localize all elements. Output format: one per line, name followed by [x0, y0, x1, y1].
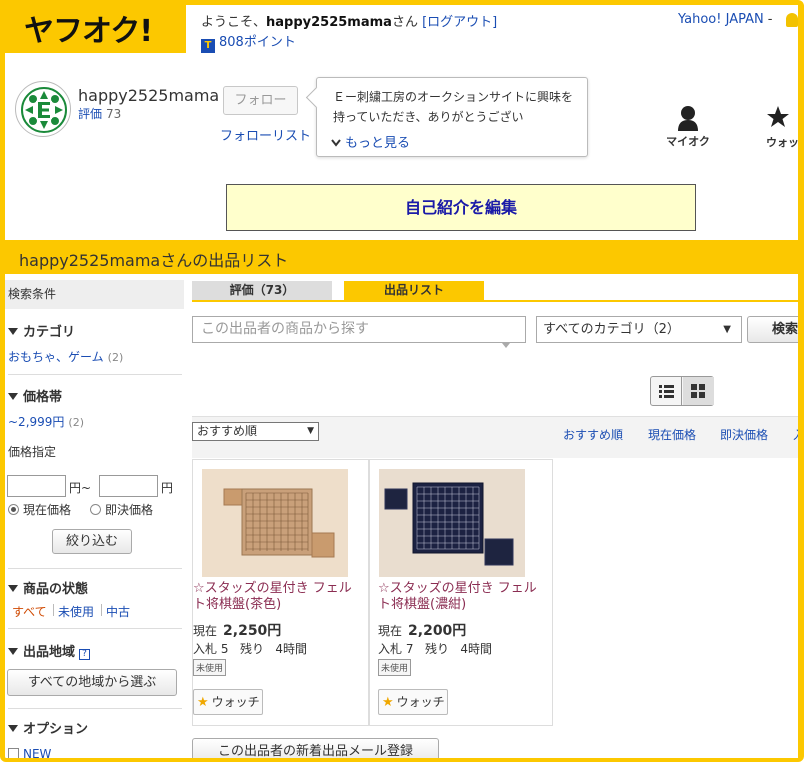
my-auction-button[interactable]: マイオク — [658, 105, 718, 149]
price-range-link[interactable]: ~2,999円 (2) — [8, 413, 84, 430]
option-heading[interactable]: オプション — [8, 718, 88, 737]
watch-button[interactable]: ★ ウォッチ — [193, 689, 263, 715]
divider — [8, 708, 182, 709]
person-icon — [678, 106, 698, 131]
radio-current-price[interactable]: 現在価格 — [8, 501, 71, 518]
star-icon — [767, 106, 789, 127]
item-title-link[interactable]: ☆スタッズの星付き フェルト将棋盤(濃紺) — [378, 581, 548, 613]
follow-button[interactable]: フォロー — [223, 86, 298, 115]
item-title-link[interactable]: ☆スタッズの星付き フェルト将棋盤(茶色) — [193, 581, 363, 613]
star-icon: ★ — [197, 695, 209, 710]
search-conditions-header: 検索条件 — [0, 280, 184, 309]
more-link[interactable]: もっと見る — [331, 132, 410, 151]
item-bids: 入札 7 残り 4時間 — [378, 642, 493, 656]
triangle-down-icon — [8, 648, 18, 655]
search-button[interactable]: 検索 — [747, 316, 804, 343]
tpoint-icon: T — [201, 39, 215, 53]
triangle-down-icon — [8, 328, 18, 335]
profile-rating[interactable]: 評価 73 — [78, 105, 121, 122]
item-card: ☆スタッズの星付き フェルト将棋盤(濃紺) 現在 2,200円 入札 7 残り 4… — [369, 459, 553, 726]
tab-rating[interactable]: 評価（73） — [192, 281, 332, 300]
yafuoku-logo[interactable]: ヤフオク! — [24, 6, 153, 50]
dropdown-arrow-icon: ▼ — [307, 426, 314, 436]
divider — [8, 568, 182, 569]
sidebar: 検索条件 カテゴリ おもちゃ、ゲーム (2) 価格帯 ~2,999円 (2) 価格指… — [0, 280, 184, 762]
price-heading[interactable]: 価格帯 — [8, 386, 62, 405]
unused-badge: 未使用 — [193, 659, 227, 676]
view-toggle[interactable] — [650, 376, 714, 406]
price-min-unit: 円~ — [69, 481, 92, 495]
self-intro-text: Ｅー刺繍工房のオークションサイトに興味を持っていただき、ありがとうござい — [333, 90, 574, 124]
item-thumbnail-navy[interactable] — [379, 469, 525, 577]
region-select-button[interactable]: すべての地域から選ぶ — [7, 669, 177, 696]
price-max-input[interactable] — [99, 475, 158, 497]
welcome-username: happy2525mama — [266, 15, 392, 30]
avatar[interactable] — [15, 81, 71, 137]
narrow-button[interactable]: 絞り込む — [52, 529, 132, 554]
region-heading[interactable]: 出品地域? — [8, 641, 91, 660]
logo-area[interactable]: ヤフオク! — [0, 0, 186, 53]
watch-list-button[interactable]: ウォッチ — [766, 105, 804, 150]
tab-underline — [192, 300, 804, 302]
listing-title: happy2525mamaさんの出品リスト — [19, 251, 289, 270]
chevron-down-icon — [331, 137, 341, 150]
price-max-unit: 円 — [161, 481, 174, 495]
seller-search-input[interactable]: この出品者の商品から探す — [192, 316, 526, 343]
help-icon[interactable]: ? — [79, 649, 91, 660]
new-listing-mail-button[interactable]: この出品者の新着出品メール登録 — [192, 738, 439, 762]
item-bids: 入札 5 残り 4時間 — [193, 642, 308, 656]
sort-current-price-link[interactable]: 現在価格 — [648, 426, 696, 443]
watch-button[interactable]: ★ ウォッチ — [378, 689, 448, 715]
checkbox[interactable] — [8, 748, 19, 759]
divider — [8, 374, 182, 375]
condition-all[interactable]: すべて — [12, 603, 47, 620]
category-heading[interactable]: カテゴリ — [8, 321, 75, 340]
points-link[interactable]: T 808ポイント — [201, 31, 296, 53]
list-view-icon[interactable] — [651, 377, 682, 405]
welcome-text: ようこそ、happy2525mamaさん [ログアウト] — [201, 15, 498, 30]
listing-band: happy2525mamaさんの出品リスト — [0, 240, 804, 274]
unused-badge: 未使用 — [378, 659, 412, 676]
logout-link[interactable]: [ログアウト] — [422, 15, 497, 30]
triangle-down-icon — [8, 585, 18, 592]
condition-heading[interactable]: 商品の状態 — [8, 578, 88, 597]
triangle-down-icon — [8, 393, 18, 400]
divider — [8, 628, 182, 629]
triangle-down-icon — [8, 725, 18, 732]
condition-unused[interactable]: 未使用 — [58, 603, 94, 620]
sort-recommended-link[interactable]: おすすめ順 — [563, 426, 623, 443]
self-intro-bubble: Ｅー刺繍工房のオークションサイトに興味を持っていただき、ありがとうござい もっと… — [316, 77, 588, 157]
caret-down-icon — [502, 343, 510, 348]
bell-icon[interactable] — [786, 13, 798, 27]
category-select[interactable]: すべてのカテゴリ（2） ▼ — [536, 316, 742, 343]
price-spec-label: 価格指定 — [8, 445, 57, 459]
e-embroidery-logo-icon — [21, 87, 67, 133]
option-new[interactable]: NEW — [8, 747, 51, 761]
yahoo-japan-link[interactable]: Yahoo! JAPAN - — [678, 12, 772, 27]
item-price: 現在 2,250円 — [193, 623, 282, 639]
tab-listing[interactable]: 出品リスト — [344, 281, 484, 300]
top-bar: ヤフオク! ようこそ、happy2525mamaさん [ログアウト] T 808ポ… — [0, 0, 804, 53]
star-icon: ★ — [382, 695, 394, 710]
sort-buynow-price-link[interactable]: 即決価格 — [720, 426, 768, 443]
profile-username: happy2525mama — [78, 86, 220, 105]
condition-used[interactable]: 中古 — [106, 603, 130, 620]
follow-list-link[interactable]: フォローリスト — [220, 125, 311, 144]
item-thumbnail-brown[interactable] — [202, 469, 348, 577]
dropdown-arrow-icon: ▼ — [723, 324, 731, 335]
radio-buynow-price[interactable]: 即決価格 — [90, 501, 153, 518]
edit-self-intro-button[interactable]: 自己紹介を編集 — [226, 184, 696, 231]
category-toys-link[interactable]: おもちゃ、ゲーム (2) — [8, 348, 123, 365]
sort-bids-link[interactable]: 入 — [793, 426, 804, 443]
sort-select[interactable]: おすすめ順 ▼ — [192, 422, 319, 441]
item-card: ☆スタッズの星付き フェルト将棋盤(茶色) 現在 2,250円 入札 5 残り 4… — [192, 459, 369, 726]
grid-view-icon[interactable] — [683, 377, 714, 405]
price-min-input[interactable] — [7, 475, 66, 497]
item-price: 現在 2,200円 — [378, 623, 467, 639]
